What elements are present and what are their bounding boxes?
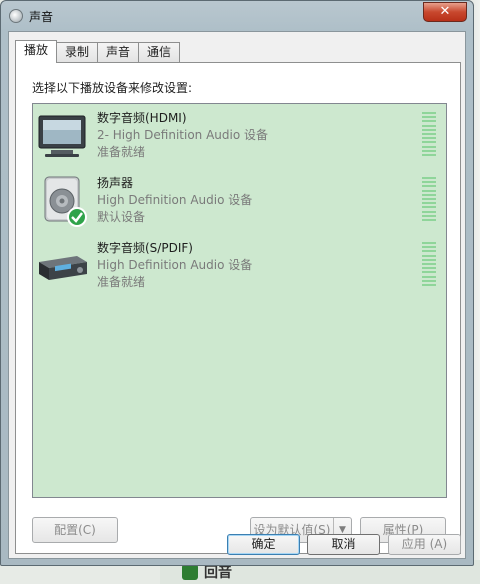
- sound-dialog: 声音 ✕ 播放 录制 声音 通信 选择以下播放设备来修改设置: 数字音频(HDM…: [0, 0, 474, 566]
- tab-recording[interactable]: 录制: [56, 42, 99, 62]
- tab-sounds[interactable]: 声音: [97, 42, 140, 62]
- dialog-client-area: 播放 录制 声音 通信 选择以下播放设备来修改设置: 数字音频(HDMI) 2-…: [8, 31, 466, 559]
- window-title: 声音: [29, 10, 54, 24]
- ok-button[interactable]: 确定: [227, 534, 300, 555]
- device-name: 数字音频(HDMI): [97, 111, 187, 125]
- close-button[interactable]: ✕: [423, 2, 467, 22]
- volume-meter: [422, 177, 436, 221]
- device-item-spdif[interactable]: 数字音频(S/PDIF) High Definition Audio 设备 准备…: [33, 236, 446, 298]
- instruction-text: 选择以下播放设备来修改设置:: [32, 81, 193, 95]
- device-name: 扬声器: [97, 176, 134, 190]
- device-name: 数字音频(S/PDIF): [97, 241, 193, 255]
- tab-communications[interactable]: 通信: [138, 42, 181, 62]
- apply-button[interactable]: 应用 (A): [388, 534, 461, 555]
- title-bar[interactable]: 声音 ✕: [1, 1, 473, 31]
- volume-meter: [422, 112, 436, 156]
- speaker-app-icon: [9, 9, 23, 23]
- configure-button[interactable]: 配置(C): [32, 517, 118, 543]
- tab-strip: 播放 录制 声音 通信: [15, 40, 181, 63]
- tab-playback[interactable]: 播放: [15, 40, 58, 63]
- device-status: 准备就绪: [97, 275, 146, 289]
- speaker-icon: [44, 176, 87, 227]
- device-item-speakers[interactable]: 扬声器 High Definition Audio 设备 默认设备: [33, 171, 446, 233]
- device-description: 2- High Definition Audio 设备: [97, 128, 269, 142]
- device-status: 默认设备: [97, 210, 146, 224]
- device-item-hdmi[interactable]: 数字音频(HDMI) 2- High Definition Audio 设备 准…: [33, 106, 446, 168]
- device-info: 数字音频(S/PDIF) High Definition Audio 设备 准备…: [97, 240, 252, 291]
- cancel-button[interactable]: 取消: [307, 534, 380, 555]
- device-description: High Definition Audio 设备: [97, 193, 253, 207]
- monitor-icon: [38, 115, 86, 157]
- volume-meter: [422, 242, 436, 286]
- playback-panel: 选择以下播放设备来修改设置: 数字音频(HDMI) 2- High Defini…: [15, 62, 461, 554]
- device-status: 准备就绪: [97, 145, 146, 159]
- device-description: High Definition Audio 设备: [97, 258, 253, 272]
- device-list[interactable]: 数字音频(HDMI) 2- High Definition Audio 设备 准…: [32, 103, 447, 498]
- receiver-icon: [39, 256, 87, 280]
- device-info: 数字音频(HDMI) 2- High Definition Audio 设备 准…: [97, 110, 268, 161]
- device-info: 扬声器 High Definition Audio 设备 默认设备: [97, 175, 252, 226]
- background-app-icon: [182, 564, 198, 580]
